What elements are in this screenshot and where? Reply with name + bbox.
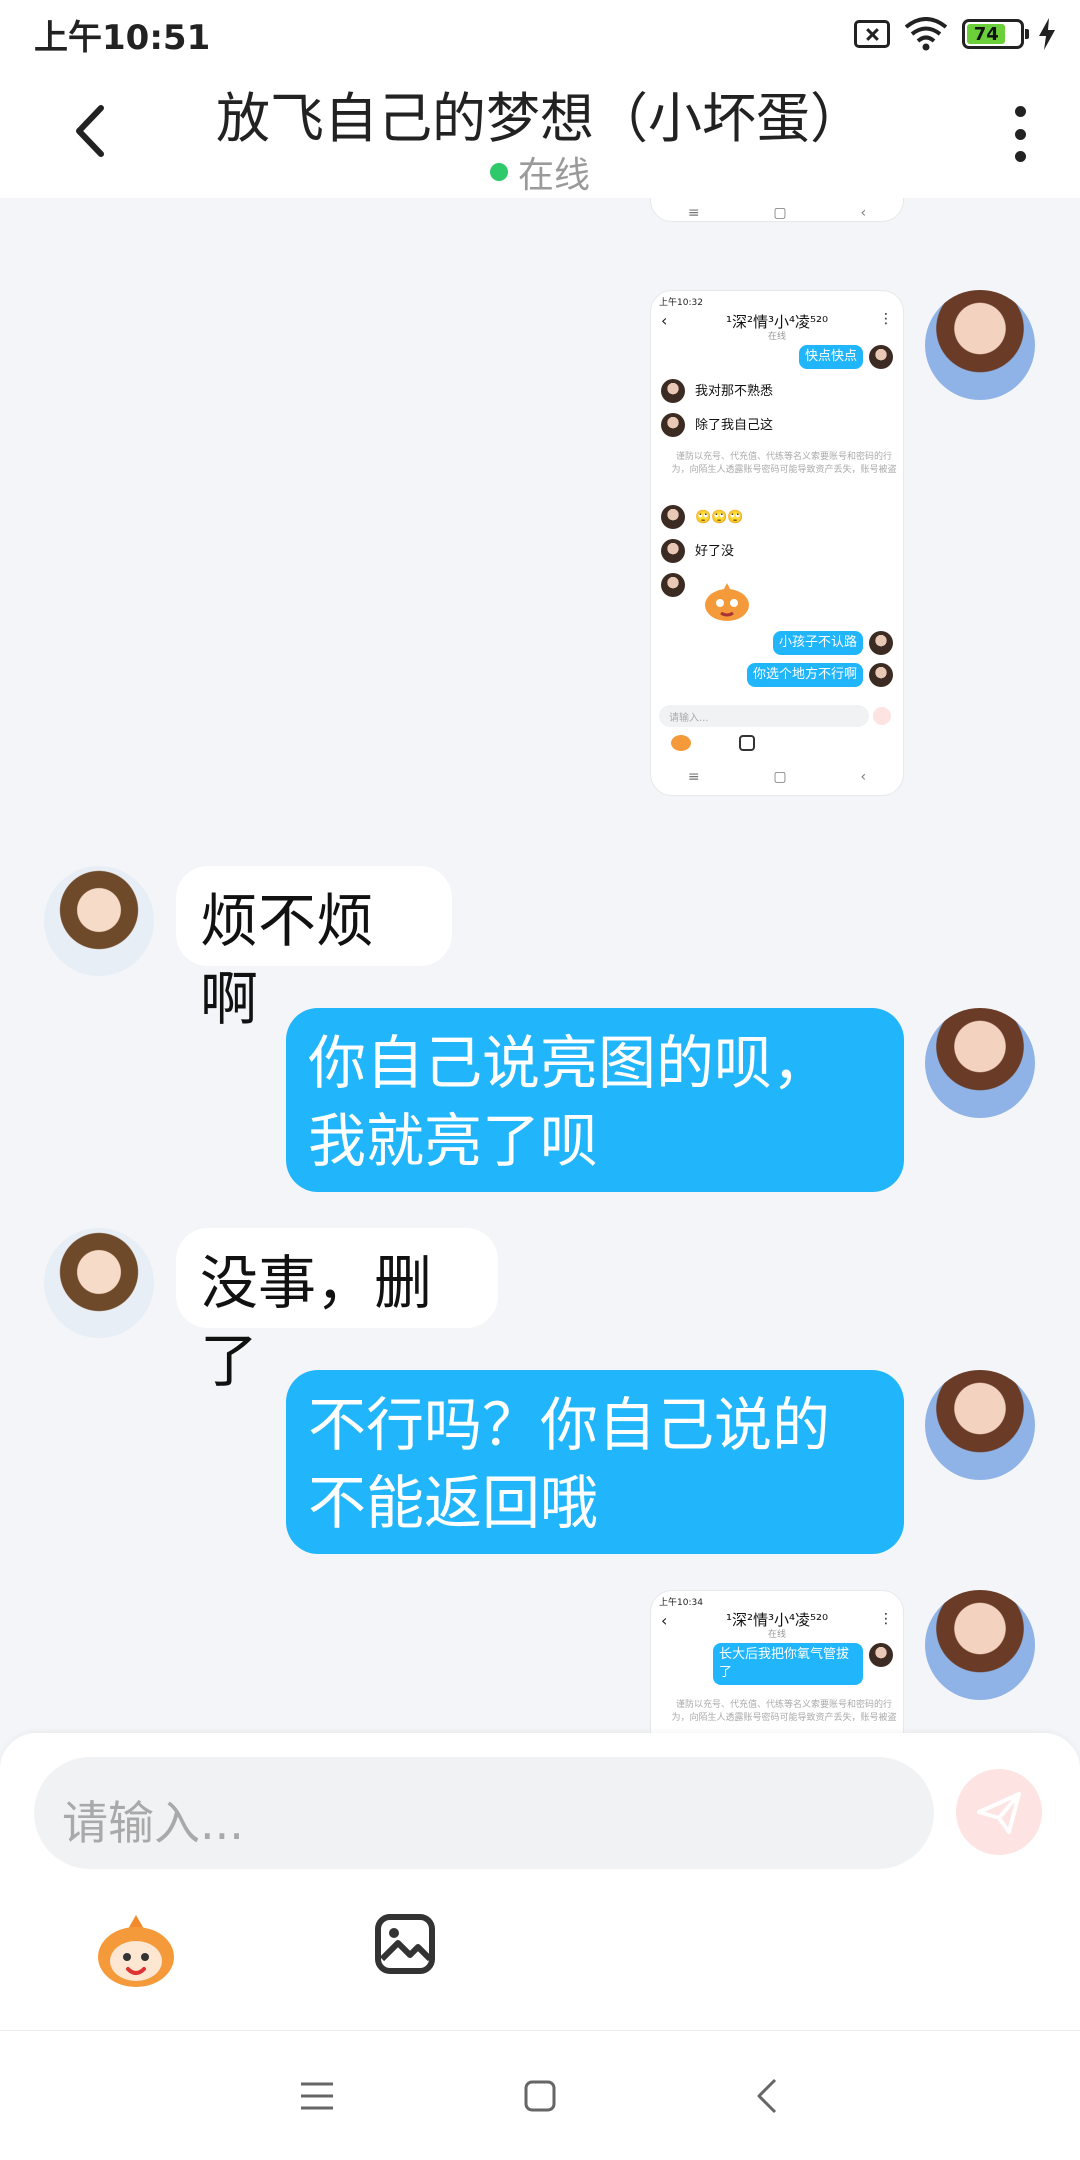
mini-avatar xyxy=(869,345,893,369)
mini-image-icon xyxy=(739,735,755,751)
mini-avatar xyxy=(869,631,893,655)
mini-time: 上午10:34 xyxy=(659,1598,703,1608)
mini-sticker-icon xyxy=(705,583,749,621)
mini-bubble-in: 🙄🙄🙄 xyxy=(695,510,744,525)
mini-send-icon xyxy=(873,707,891,725)
more-dot-icon xyxy=(1014,128,1026,140)
message-input[interactable]: 请输入... xyxy=(34,1757,934,1869)
outgoing-message[interactable]: 不行吗？你自己说的不能返回哦 xyxy=(286,1370,904,1554)
back-icon xyxy=(757,2078,777,2114)
incoming-message[interactable]: 没事，删了 xyxy=(176,1228,498,1395)
mini-navbar: ≡ ▢ ‹ xyxy=(687,769,867,785)
mini-more-icon: ⋮ xyxy=(879,1611,893,1627)
my-avatar[interactable] xyxy=(925,1590,1035,1700)
my-avatar[interactable] xyxy=(925,1008,1035,1118)
contact-avatar[interactable] xyxy=(44,866,154,976)
charging-icon xyxy=(1039,18,1055,50)
mini-bubble-out: 小孩子不认路 xyxy=(772,631,863,655)
chat-title: 放飞自己的梦想（小坏蛋） xyxy=(216,87,864,150)
mini-bubble-out: 你选个地方不行啊 xyxy=(746,663,863,687)
mini-security-notice: 谨防以充号、代充值、代练等名义索要账号和密码的行为，向陌生人透露账号密码可能导致… xyxy=(671,1700,897,1723)
emoji-button[interactable] xyxy=(94,1911,178,1991)
more-options-button[interactable] xyxy=(1000,106,1040,162)
outgoing-message[interactable]: 你自己说亮图的呗，我就亮了呗 xyxy=(286,1008,904,1192)
mini-avatar xyxy=(661,413,685,437)
battery-icon: 74 xyxy=(962,19,1029,49)
status-time: 上午10:51 xyxy=(34,18,211,58)
mini-avatar xyxy=(869,1643,893,1667)
mini-status: 在线 xyxy=(767,1630,786,1640)
mini-input: 请输入... xyxy=(659,705,869,727)
menu-icon xyxy=(301,2082,333,2110)
image-picker-button[interactable] xyxy=(374,1913,436,1975)
nav-back-button[interactable] xyxy=(742,2071,792,2121)
my-avatar[interactable] xyxy=(925,1370,1035,1480)
presence-label: 在线 xyxy=(517,155,590,196)
home-button[interactable] xyxy=(515,2071,565,2121)
mini-security-notice: 谨防以充号、代充值、代练等名义索要账号和密码的行为，向陌生人透露账号密码可能导致… xyxy=(671,452,897,475)
wifi-icon xyxy=(904,17,948,51)
system-navbar xyxy=(0,2030,1080,2160)
mini-bubble-in: 好了没 xyxy=(695,544,735,559)
mini-avatar xyxy=(869,663,893,687)
image-message-screenshot[interactable]: 上午10:34 ‹ ¹深²情³小⁴凌⁵²⁰ 在线 ⋮ 长大后我把你氧气管拔了 谨… xyxy=(650,1590,904,1733)
mini-bubble-out: 长大后我把你氧气管拔了 xyxy=(713,1643,863,1685)
image-message-screenshot[interactable]: 上午10:32 ‹ ¹深²情³小⁴凌⁵²⁰ 在线 ⋮ 快点快点 我对那不熟悉 除… xyxy=(650,290,904,796)
status-icons: 74 xyxy=(854,14,1056,54)
mini-bubble-out: 快点快点 xyxy=(798,345,863,369)
mini-avatar xyxy=(661,379,685,403)
home-icon xyxy=(524,2080,556,2112)
no-sim-icon xyxy=(854,20,890,48)
send-icon xyxy=(977,1792,1021,1834)
send-button[interactable] xyxy=(956,1769,1042,1855)
mini-avatar xyxy=(661,505,685,529)
more-dot-icon xyxy=(1014,106,1026,117)
menu-button[interactable] xyxy=(292,2071,342,2121)
my-avatar[interactable] xyxy=(925,290,1035,400)
mini-avatar xyxy=(661,539,685,563)
mini-bubble-in: 除了我自己这 xyxy=(695,418,774,433)
message-list[interactable]: ≡ ▢ ‹ 上午10:32 ‹ ¹深²情³小⁴凌⁵²⁰ 在线 ⋮ 快点快点 我对那不… xyxy=(0,198,1080,1733)
battery-level: 74 xyxy=(967,24,1006,45)
composer: 请输入... xyxy=(0,1733,1080,2030)
contact-avatar[interactable] xyxy=(44,1228,154,1338)
presence-status: 在线 xyxy=(0,146,1080,198)
status-bar: 上午10:51 74 xyxy=(0,0,1080,66)
mini-bubble-in: 我对那不熟悉 xyxy=(695,384,774,399)
chat-header: 放飞自己的梦想（小坏蛋） 在线 xyxy=(0,66,1080,198)
mini-time: 上午10:32 xyxy=(659,298,703,308)
incoming-message[interactable]: 烦不烦啊 xyxy=(176,866,452,1033)
more-dot-icon xyxy=(1014,151,1026,162)
mini-navbar: ≡ ▢ ‹ xyxy=(687,205,867,221)
mini-emoji-icon xyxy=(671,735,691,751)
mini-avatar xyxy=(661,573,685,597)
online-dot-icon xyxy=(489,163,508,181)
image-message-partial[interactable]: ≡ ▢ ‹ xyxy=(650,198,904,222)
mini-more-icon: ⋮ xyxy=(879,311,893,327)
mini-status: 在线 xyxy=(767,332,786,342)
